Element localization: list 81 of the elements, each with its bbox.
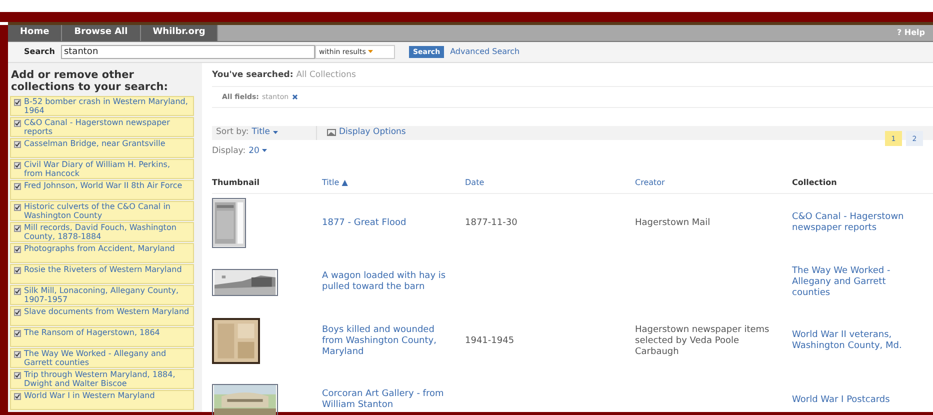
sidebar-title: Add or remove other collections to your search: [10,69,169,93]
checkbox[interactable] [14,330,21,337]
collection-item[interactable]: Fred Johnson, World War II 8th Air Force [10,180,194,200]
collection-item[interactable]: Rosie the Riveters of Western Maryland [10,264,194,284]
search-field[interactable]: stanton [60,45,315,59]
search-label: Search [24,46,55,58]
checkbox[interactable] [14,204,21,211]
checkbox[interactable] [14,351,21,358]
collection-link[interactable]: World War II veterans, Washington County, Md. [792,330,933,352]
sort-label: Sort by: [216,126,249,140]
check-icon [15,310,20,315]
checkbox[interactable] [14,309,21,316]
column-header[interactable]: Date [465,176,484,188]
checkbox[interactable] [14,120,21,127]
remove-icon[interactable] [292,94,298,100]
check-icon [15,205,20,210]
caret-icon [262,148,268,152]
check-icon [15,352,20,357]
creator-cell-text: Hagerstown Mail [635,218,712,228]
collection-item[interactable]: The Ransom of Hagerstown, 1864 [10,327,194,347]
check-icon [15,121,20,126]
check-icon [15,373,20,378]
checkbox[interactable] [14,183,21,190]
collection-item[interactable]: The Way We Worked - Allegany and Garrett counties [10,348,194,368]
checkbox[interactable] [14,393,21,400]
display-dropdown[interactable]: 20 [248,144,268,158]
caret-icon [272,130,278,134]
check-icon [15,100,20,105]
collection-item[interactable]: B-52 bomber crash in Western Maryland, 1964 [10,96,194,116]
column-header: Collection [792,176,837,188]
date-cell-text: 1941-1945 [465,336,516,346]
check-icon [15,268,20,273]
searched-label: You've searched: [212,69,294,82]
checkbox[interactable] [14,288,21,295]
collection-item[interactable]: Historic culverts of the C&O Canal in Washington County [10,201,194,221]
nav-tab[interactable]: Home [8,25,62,41]
collection-item[interactable]: Slave documents from Western Maryland [10,306,194,326]
column-header: Thumbnail [212,176,260,188]
collection-item[interactable]: Trip through Western Maryland, 1884, Dwight and Walter Biscoe [10,369,194,389]
checkbox[interactable] [14,372,21,379]
creator-cell-text: Hagerstown newspaper items selected by Veda Poole Carbaugh [635,324,770,358]
checkbox[interactable] [14,162,21,169]
check-icon [15,247,20,252]
checkbox[interactable] [14,267,21,274]
checkbox[interactable] [14,246,21,253]
collection-item[interactable]: Casselman Bridge, near Grantsville [10,138,194,158]
check-icon [15,226,20,231]
collection-link[interactable]: C&O Canal - Hagerstown newspaper reports [792,212,933,234]
display-label: Display: [212,144,246,158]
searched-value: All Collections [296,69,356,82]
collection-link[interactable]: The Way We Worked - Allegany and Garrett counties [792,266,933,298]
title-link[interactable]: Boys killed and wounded from Washington County, Maryland [322,324,465,358]
nav-tab[interactable]: Whilbr.org [140,25,218,41]
collection-item[interactable]: Civil War Diary of William H. Perkins, from Hancock [10,159,194,179]
nav-tab[interactable]: Browse All [62,25,141,41]
collection-item[interactable]: Silk Mill, Lonaconing, Allegany County, 1907-1957 [10,285,194,305]
check-icon [15,184,20,189]
date-cell-text: 1877-11-30 [465,218,518,228]
checkbox[interactable] [14,141,21,148]
advanced-search-link[interactable]: Advanced Search [450,46,520,58]
checkbox[interactable] [14,225,21,232]
sort-dropdown[interactable]: Title [252,126,278,140]
check-icon [15,163,20,168]
caret-icon [368,50,374,54]
collection-item[interactable]: C&O Canal - Hagerstown newspaper reports [10,117,194,137]
column-header[interactable]: Title ▲ [322,176,348,188]
image-icon [327,129,336,136]
check-icon [15,331,20,336]
check-icon [15,289,20,294]
column-header[interactable]: Creator [635,176,665,188]
collection-item[interactable]: World War I in Western Maryland [10,390,194,410]
title-link[interactable]: A wagon loaded with hay is pulled toward the barn [322,271,465,293]
checkbox[interactable] [14,99,21,106]
check-icon [15,142,20,147]
collection-item[interactable]: Photographs from Accident, Maryland [10,243,194,263]
display-options-link[interactable]: Display Options [339,126,406,140]
collection-link[interactable]: World War I Postcards [792,394,933,406]
collection-item[interactable]: Mill records, David Fouch, Washington County, 1878-1884 [10,222,194,242]
title-link[interactable]: Corcoran Art Gallery - from William Stanton [322,389,465,411]
check-icon [15,394,20,399]
title-link[interactable]: 1877 - Great Flood [322,218,465,228]
